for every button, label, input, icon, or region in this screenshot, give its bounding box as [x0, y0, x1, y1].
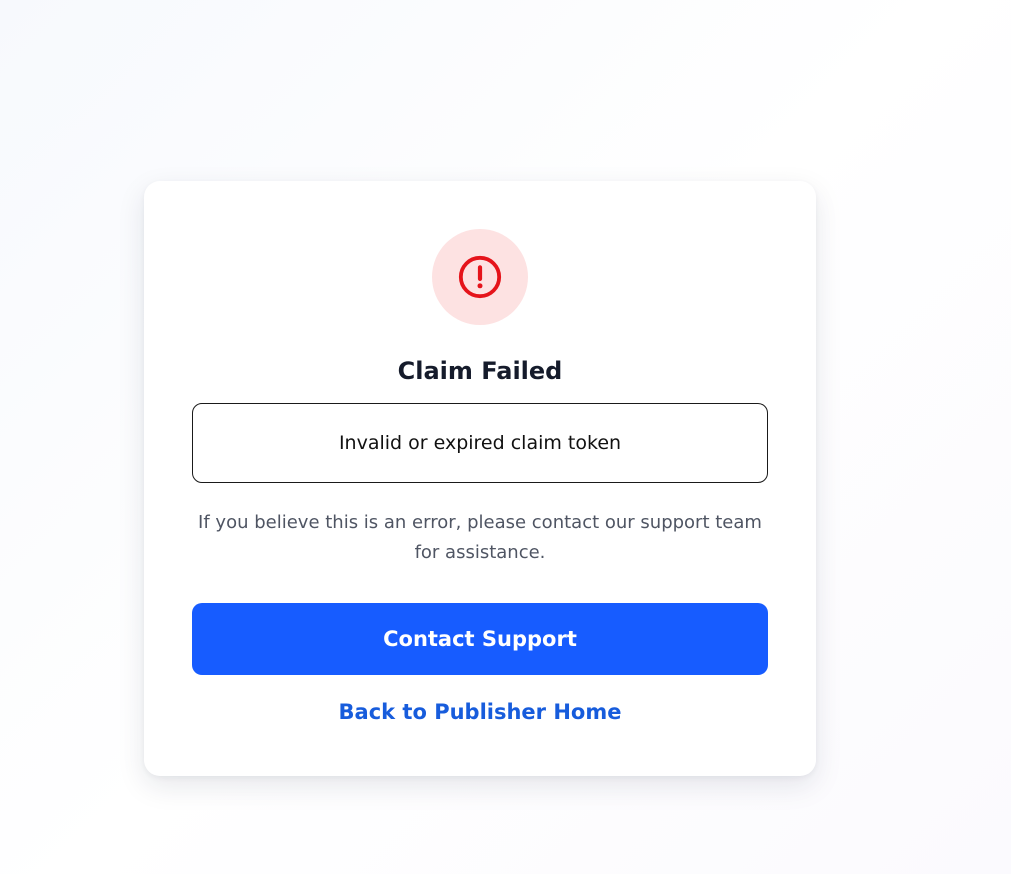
claim-failed-card: Claim Failed Invalid or expired claim to… [144, 181, 816, 776]
back-link-row: Back to Publisher Home [144, 694, 816, 730]
alert-circle-icon [458, 255, 502, 299]
error-icon-badge [432, 229, 528, 325]
error-message-box: Invalid or expired claim token [192, 403, 768, 483]
page-title: Claim Failed [397, 357, 563, 385]
help-text: If you believe this is an error, please … [198, 512, 762, 563]
back-to-publisher-home-link[interactable]: Back to Publisher Home [339, 700, 622, 724]
error-message: Invalid or expired claim token [338, 432, 622, 454]
contact-support-button[interactable]: Contact Support [192, 603, 768, 675]
page: { "dialog": { "icon": "alert-circle-icon… [0, 0, 1011, 874]
